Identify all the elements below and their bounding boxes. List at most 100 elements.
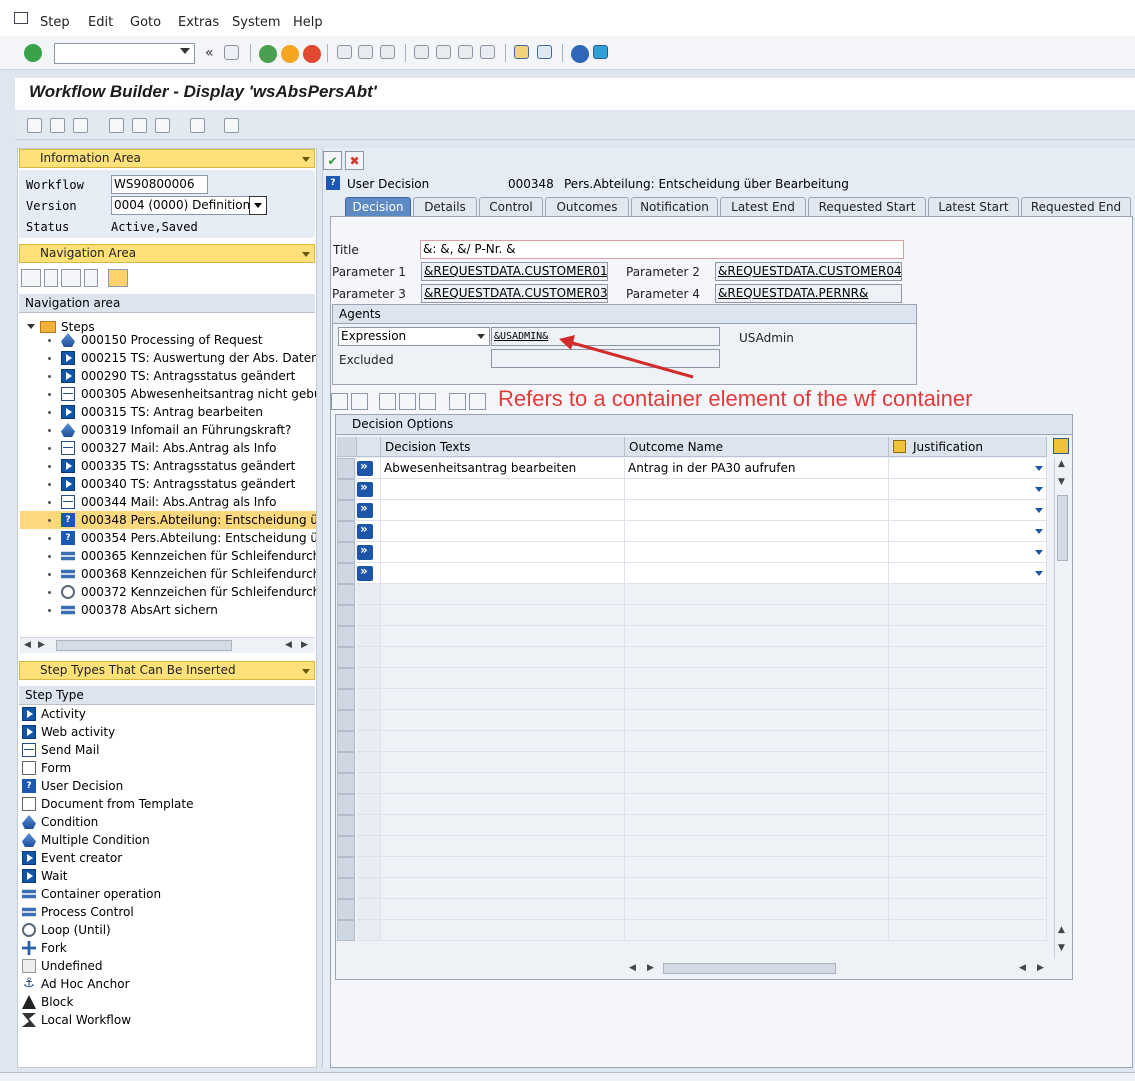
step-type-item[interactable]: Container operation: [22, 885, 312, 903]
cancel-icon[interactable]: [303, 45, 321, 63]
tree-item[interactable]: ? 000348 Pers.Abteilung: Entscheidung übe…: [20, 511, 316, 529]
step-type-item[interactable]: Block: [22, 993, 312, 1011]
grid-h-scrollbar[interactable]: ◀ ▶ ◀ ▶: [625, 960, 1055, 977]
arrow-right-icon[interactable]: ▶: [301, 640, 308, 650]
row-selector[interactable]: [337, 479, 355, 500]
delete-row-icon[interactable]: [469, 393, 486, 410]
justification-cell[interactable]: [889, 563, 1047, 584]
tree-item[interactable]: 000368 Kennzeichen für Schleifendurchlau…: [20, 565, 316, 583]
step-type-item[interactable]: Multiple Condition: [22, 831, 312, 849]
row-selector[interactable]: [337, 731, 355, 752]
version-dropdown-button[interactable]: [249, 196, 267, 215]
row-selector[interactable]: [337, 920, 355, 941]
select-all-cell[interactable]: [337, 437, 357, 457]
step-type-item[interactable]: Fork: [22, 939, 312, 957]
menu-goto[interactable]: Goto: [130, 15, 161, 30]
steps-h-scrollbar[interactable]: ◀ ▶ ◀ ▶: [20, 637, 315, 653]
arrow-up-icon[interactable]: ▲: [1058, 459, 1065, 469]
information-area-header[interactable]: Information Area: [19, 149, 315, 168]
row-selector[interactable]: [337, 458, 355, 479]
tree-item[interactable]: 000344 Mail: Abs.Antrag als Info: [20, 493, 316, 511]
outcome-name-cell[interactable]: Antrag in der PA30 aufrufen: [625, 458, 889, 479]
row-selector[interactable]: [337, 899, 355, 920]
arrow-left-icon[interactable]: ◀: [629, 963, 636, 973]
row-selector[interactable]: [337, 668, 355, 689]
row-selector[interactable]: [337, 836, 355, 857]
step-type-item[interactable]: Condition: [22, 813, 312, 831]
row-selector[interactable]: [337, 878, 355, 899]
parameter-1-field[interactable]: &REQUESTDATA.CUSTOMER01&: [421, 262, 608, 281]
decision-text-cell[interactable]: Abwesenheitsantrag bearbeiten: [381, 458, 625, 479]
menu-extras[interactable]: Extras: [178, 15, 219, 30]
row-selector[interactable]: [337, 752, 355, 773]
chevron-down-icon[interactable]: [1035, 529, 1043, 534]
parameter-2-field[interactable]: &REQUESTDATA.CUSTOMER04&: [715, 262, 902, 281]
insert-row-icon[interactable]: [449, 393, 466, 410]
arrow-left-icon[interactable]: ◀: [285, 640, 292, 650]
grid-select-button[interactable]: [351, 393, 368, 410]
scroll-thumb[interactable]: [1057, 495, 1068, 561]
row-selector[interactable]: [337, 500, 355, 521]
details-pushbutton-icon[interactable]: [357, 543, 373, 560]
title-input[interactable]: &: &, &/ P-Nr. &: [420, 240, 904, 259]
chevron-down-icon[interactable]: [1035, 466, 1043, 471]
decision-text-cell[interactable]: [381, 521, 625, 542]
tab-requested-start[interactable]: Requested Start: [808, 197, 926, 216]
step-type-item[interactable]: Event creator: [22, 849, 312, 867]
outcome-name-cell[interactable]: [625, 500, 889, 521]
new-icon[interactable]: [27, 118, 42, 133]
version-select[interactable]: 0004 (0000) Definition: [111, 196, 267, 215]
back-icon[interactable]: [259, 45, 277, 63]
step-type-item[interactable]: ? User Decision: [22, 777, 312, 795]
row-selector[interactable]: [337, 542, 355, 563]
confirm-button[interactable]: ✔: [323, 151, 342, 170]
details-pushbutton-icon[interactable]: [357, 459, 373, 476]
tree-item[interactable]: 000340 TS: Antragsstatus geändert: [20, 475, 316, 493]
tree-item[interactable]: 000305 Abwesenheitsantrag nicht gebucht: [20, 385, 316, 403]
menu-step[interactable]: Step: [40, 15, 70, 30]
step-type-item[interactable]: Loop (Until): [22, 921, 312, 939]
step-type-item[interactable]: Form: [22, 759, 312, 777]
triangle-down-icon[interactable]: [27, 324, 35, 329]
chevron-down-icon[interactable]: [180, 48, 190, 54]
nav-forward-dropdown[interactable]: [84, 269, 98, 287]
tree-item[interactable]: 000150 Processing of Request: [20, 331, 316, 349]
find-next-icon[interactable]: [380, 45, 395, 59]
row-selector[interactable]: [337, 773, 355, 794]
parameter-3-field[interactable]: &REQUESTDATA.CUSTOMER03&: [421, 284, 608, 303]
chevron-down-icon[interactable]: [477, 334, 485, 339]
layout-icon[interactable]: [593, 45, 608, 59]
tree-item[interactable]: 000319 Infomail an Führungskraft?: [20, 421, 316, 439]
new-session-icon[interactable]: [514, 45, 529, 59]
arrow-left-icon[interactable]: ◀: [1019, 963, 1026, 973]
command-field[interactable]: [54, 43, 195, 64]
check-icon[interactable]: [109, 118, 124, 133]
row-selector[interactable]: [337, 584, 355, 605]
decision-text-cell[interactable]: [381, 479, 625, 500]
cancel-button[interactable]: ✖: [345, 151, 364, 170]
row-selector[interactable]: [337, 794, 355, 815]
tree-item[interactable]: 000365 Kennzeichen für Schleifendurchlau…: [20, 547, 316, 565]
menu-icon[interactable]: [14, 12, 28, 24]
chevron-down-icon[interactable]: [1035, 508, 1043, 513]
tab-latest-end[interactable]: Latest End: [720, 197, 806, 216]
justification-cell[interactable]: [889, 458, 1047, 479]
row-selector[interactable]: [337, 857, 355, 878]
tree-item[interactable]: 000290 TS: Antragsstatus geändert: [20, 367, 316, 385]
copy-row-icon[interactable]: [399, 393, 416, 410]
print-icon[interactable]: [337, 45, 352, 59]
details-pushbutton-icon[interactable]: [357, 501, 373, 518]
step-type-item[interactable]: ⚓ Ad Hoc Anchor: [22, 975, 312, 993]
tree-item[interactable]: 000372 Kennzeichen für Schleifendurchlau…: [20, 583, 316, 601]
tab-latest-start[interactable]: Latest Start: [928, 197, 1019, 216]
step-type-item[interactable]: Send Mail: [22, 741, 312, 759]
grid-details-button[interactable]: [331, 393, 348, 410]
row-selector[interactable]: [337, 647, 355, 668]
chevron-down-icon[interactable]: [1035, 487, 1043, 492]
nav-back-button[interactable]: [21, 269, 41, 287]
decision-text-cell[interactable]: [381, 500, 625, 521]
outcome-name-cell[interactable]: [625, 479, 889, 500]
navigation-area-header[interactable]: Navigation Area: [19, 244, 315, 263]
tree-item[interactable]: ? 000354 Pers.Abteilung: Entscheidung übe…: [20, 529, 316, 547]
justification-cell[interactable]: [889, 521, 1047, 542]
